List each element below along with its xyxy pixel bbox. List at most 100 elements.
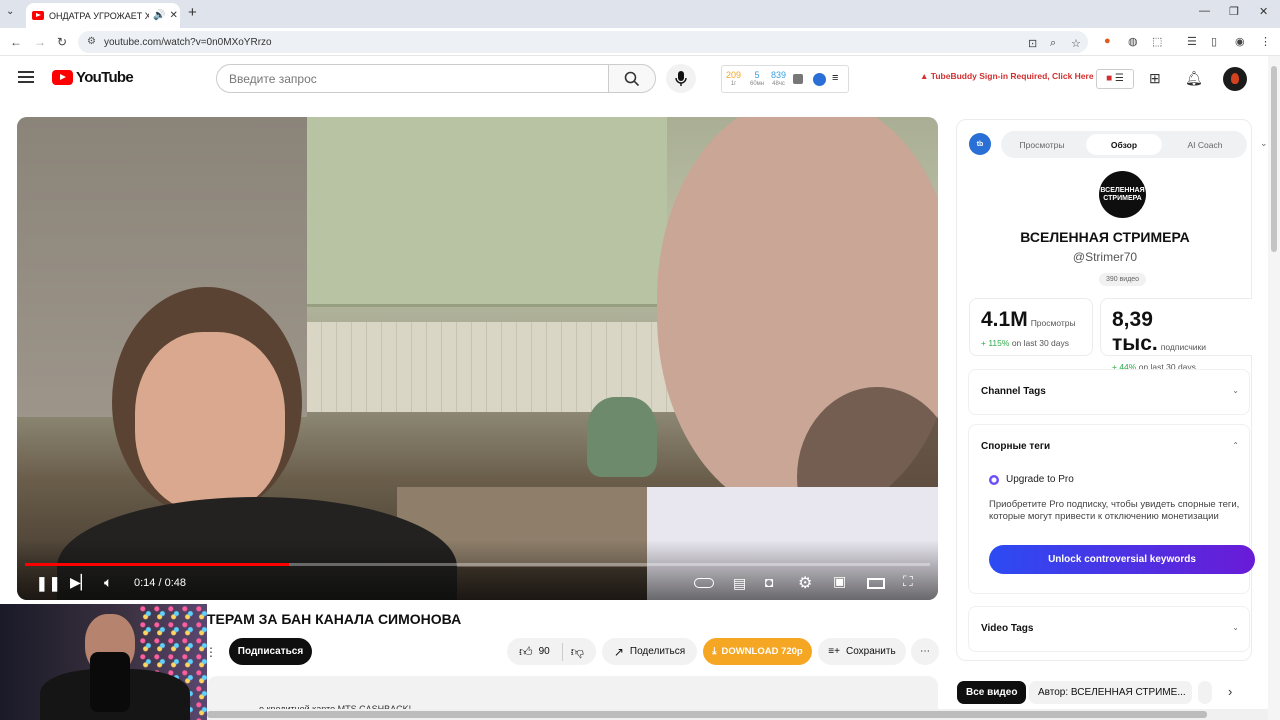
page-horizontal-scrollbar[interactable] xyxy=(207,709,1268,720)
window-close-icon[interactable]: ✕ xyxy=(1259,5,1268,18)
tab-views[interactable]: Просмотры xyxy=(1004,134,1080,155)
save-button[interactable]: ≡+ Сохранить xyxy=(818,638,906,665)
playlist-add-icon: ≡+ xyxy=(828,646,840,657)
video-count-badge: 390 видео xyxy=(1099,273,1146,286)
account-avatar[interactable] xyxy=(1223,67,1247,91)
profile-icon[interactable]: ◉ xyxy=(1235,35,1245,48)
back-arrow-icon[interactable]: ← xyxy=(10,35,22,49)
chip-author[interactable]: Автор: ВСЕЛЕННАЯ СТРИМЕ... xyxy=(1029,681,1192,704)
browser-tabstrip: ⌄ ОНДАТРА УГРОЖАЕТ ХЕЙТЕРАМ ЗА БАН КАНАЛ… xyxy=(0,0,1280,28)
views-unit: Просмотры xyxy=(1030,318,1076,328)
pause-icon[interactable]: ❚❚ xyxy=(36,575,61,592)
like-dislike-group: 👍︎ 90 👎︎ xyxy=(507,638,596,665)
new-tab-icon[interactable]: + xyxy=(188,4,197,21)
channel-tags-section[interactable]: Channel Tags ⌄ xyxy=(968,369,1250,415)
chevron-down-icon: ⌄ xyxy=(1232,623,1239,632)
voice-search-button[interactable] xyxy=(666,64,696,93)
unlock-keywords-button[interactable]: Unlock controversial keywords xyxy=(989,545,1255,574)
panel-collapse-chevron-icon[interactable]: ⌄ xyxy=(1260,138,1268,149)
fullscreen-icon[interactable]: ⛶ xyxy=(903,573,913,590)
reading-list-icon[interactable]: ☰ xyxy=(1187,35,1197,48)
youtube-masthead: YouTube Введите запрос 209 1г 5 60мн 839… xyxy=(0,56,1268,102)
video-time: 0:14 / 0:48 xyxy=(134,577,186,589)
channel-name: ВСЕЛЕННАЯ СТРИМЕРА xyxy=(1020,229,1190,245)
browser-menu-icon[interactable]: ⋮ xyxy=(1260,35,1271,48)
tubebuddy-signin-warning[interactable]: ▲ TubeBuddy Sign-in Required, Click Here xyxy=(920,71,1094,81)
address-bar[interactable]: ⚙ youtube.com/watch?v=0n0MXoYRrzo ⊡ ⌕ ☆ xyxy=(78,31,1088,53)
extension-stats-widget[interactable]: 209 1г 5 60мн 839 48чс ≡ xyxy=(721,65,849,93)
video-progress-bar[interactable] xyxy=(25,563,930,566)
zoom-icon[interactable]: ⌕ xyxy=(1050,37,1056,50)
window-maximize-icon[interactable]: ❐ xyxy=(1229,5,1239,18)
miniplayer-icon[interactable]: ▣ xyxy=(833,573,846,590)
notifications-bell-icon[interactable]: 🔔︎ xyxy=(1185,70,1203,87)
panel-tabs: Просмотры Обзор AI Coach xyxy=(1001,131,1247,158)
tab-ai-coach[interactable]: AI Coach xyxy=(1167,134,1243,155)
search-button[interactable] xyxy=(608,64,656,93)
tab-close-icon[interactable]: ✕ xyxy=(169,10,177,21)
chip-next-partial[interactable] xyxy=(1198,681,1212,704)
bookmark-star-icon[interactable]: ☆ xyxy=(1071,37,1081,50)
video-frame-cabinet xyxy=(307,117,667,307)
screenshot-camera-icon[interactable]: ◘ xyxy=(765,574,773,590)
video-progress-fill xyxy=(25,563,289,566)
vertical-scroll-thumb[interactable] xyxy=(1271,66,1277,252)
extensions-puzzle-icon[interactable]: ⬚ xyxy=(1152,35,1162,48)
window-minimize-icon[interactable]: — xyxy=(1199,5,1210,17)
settings-gear-icon[interactable]: ⚙ xyxy=(798,573,812,593)
video-player[interactable]: ❚❚ ▶▏ 🔈︎ 0:14 / 0:48 ▤ ◘ ⚙ ▣ ⛶ xyxy=(17,117,938,600)
search-input[interactable]: Введите запрос xyxy=(216,64,609,93)
download-button[interactable]: ⤓ DOWNLOAD 720p xyxy=(703,638,812,665)
stats-chart-icon xyxy=(793,74,803,84)
channel-more-icon[interactable]: ⋮ xyxy=(205,645,217,659)
tab-overview[interactable]: Обзор xyxy=(1086,134,1162,155)
extension-globe-icon[interactable]: ◍ xyxy=(1128,35,1138,48)
stats-menu-icon[interactable]: ≡ xyxy=(832,72,838,84)
forward-arrow-icon[interactable]: → xyxy=(34,35,46,49)
upgrade-to-pro[interactable]: Upgrade to Pro xyxy=(989,474,1074,485)
site-info-icon[interactable]: ⚙ xyxy=(87,36,96,47)
more-actions-button[interactable]: ⋯ xyxy=(911,638,939,665)
volume-icon[interactable]: 🔈︎ xyxy=(104,574,112,591)
share-button[interactable]: ↗ Поделиться xyxy=(602,638,697,665)
speaker-icon[interactable]: 🔊 xyxy=(153,10,165,21)
like-count[interactable]: 90 xyxy=(539,646,550,657)
warning-icon: ▲ xyxy=(920,71,931,81)
youtube-favicon-icon xyxy=(32,11,44,20)
browser-tab-active[interactable]: ОНДАТРА УГРОЖАЕТ ХЕЙТЕРАМ ЗА БАН КАНАЛА … xyxy=(26,3,180,28)
video-frame-person-face xyxy=(135,332,285,512)
chevron-up-icon: ⌃ xyxy=(1232,441,1239,450)
install-app-icon[interactable]: ⊡ xyxy=(1028,37,1037,50)
dislike-thumb-icon[interactable]: 👎︎ xyxy=(571,644,584,660)
subscribers-metric-card: 8,39 тыс. подписчики + 44% on last 30 day… xyxy=(1100,298,1252,372)
create-video-icon[interactable]: ⊞ xyxy=(1149,70,1161,87)
subscribe-button[interactable]: Подписаться xyxy=(229,638,312,665)
youtube-logo[interactable]: YouTube xyxy=(52,69,134,86)
video-tags-section[interactable]: Video Tags ⌄ xyxy=(968,606,1250,652)
views-value: 4.1M xyxy=(981,308,1028,331)
channel-avatar[interactable]: ВСЕЛЕННАЯ СТРИМЕРА xyxy=(1099,171,1146,218)
subtitles-icon[interactable]: ▤ xyxy=(733,575,746,592)
chips-next-arrow-icon[interactable]: › xyxy=(1228,684,1232,699)
theater-mode-icon[interactable] xyxy=(867,578,885,589)
views-metric-card: 4.1M Просмотры + 115% on last 30 days xyxy=(969,298,1093,356)
pro-badge-icon xyxy=(989,474,999,485)
tubebuddy-menu-icon[interactable]: ■ ☰ xyxy=(1096,69,1134,89)
side-panel-icon[interactable]: ▯ xyxy=(1211,35,1217,48)
webcam-overlay xyxy=(0,604,207,720)
tab-list-chevron-down-icon[interactable]: ⌄ xyxy=(6,6,14,17)
like-divider xyxy=(561,642,563,661)
menu-hamburger-icon[interactable] xyxy=(18,71,34,83)
autoplay-toggle-icon[interactable] xyxy=(694,578,714,588)
browser-toolbar: ← → ↻ ⚙ youtube.com/watch?v=0n0MXoYRrzo … xyxy=(0,28,1280,56)
like-thumb-icon[interactable]: 👍︎ xyxy=(519,644,533,660)
next-video-icon[interactable]: ▶▏ xyxy=(70,574,92,591)
extension-flame-icon[interactable]: ● xyxy=(1104,35,1111,47)
reload-icon[interactable]: ↻ xyxy=(57,35,67,49)
chip-all-videos[interactable]: Все видео xyxy=(957,681,1027,704)
chevron-down-icon: ⌄ xyxy=(1232,386,1239,395)
horizontal-scroll-thumb[interactable] xyxy=(207,711,1207,718)
views-delta-period: on last 30 days xyxy=(1011,338,1069,348)
tubebuddy-icon xyxy=(813,73,826,86)
page-vertical-scrollbar[interactable] xyxy=(1268,56,1280,720)
